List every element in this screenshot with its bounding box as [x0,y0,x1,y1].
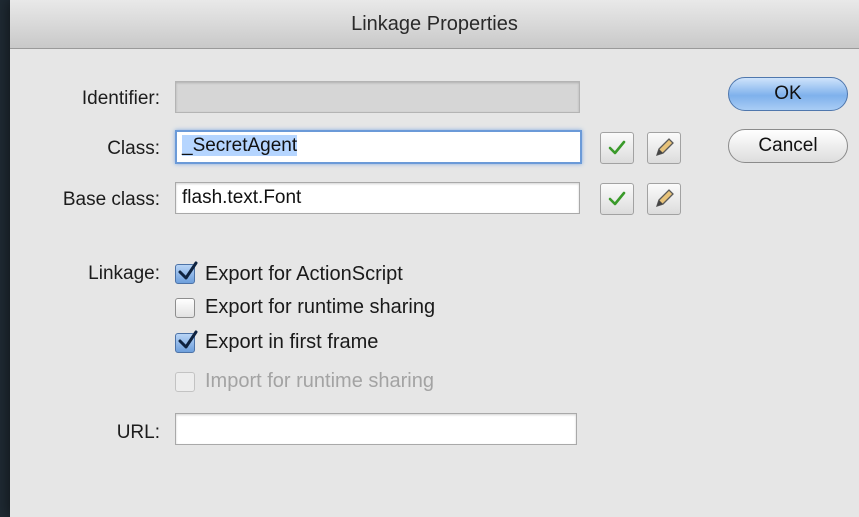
export-first-frame-checkbox[interactable] [175,330,198,353]
ok-button[interactable]: OK [728,77,848,111]
export-first-frame-label: Export in first frame [205,331,379,353]
url-field[interactable] [175,413,577,445]
url-label: URL: [116,422,160,443]
class-validate-button[interactable] [600,132,634,164]
base-class-label: Base class: [62,189,160,210]
checkmark-icon [178,330,198,349]
class-label: Class: [107,138,160,159]
linkage-label: Linkage: [88,263,160,284]
export-runtime-sharing-label: Export for runtime sharing [205,296,436,318]
checkmark-icon [608,191,626,206]
linkage-properties-dialog: Linkage Properties Identifier: Class: _S… [10,0,859,517]
export-actionscript-checkbox[interactable] [175,261,198,284]
class-field-value: _SecretAgent [182,135,298,156]
checkmark-icon [608,140,626,155]
cancel-button[interactable]: Cancel [728,129,848,163]
export-runtime-sharing-checkbox[interactable] [175,298,195,318]
identifier-field[interactable] [175,81,580,113]
import-runtime-sharing-checkbox[interactable] [175,372,195,392]
base-class-field[interactable]: flash.text.Font [175,182,580,214]
dialog-title: Linkage Properties [10,0,859,49]
base-class-edit-button[interactable] [647,183,681,215]
identifier-label: Identifier: [81,88,160,109]
pencil-icon [655,189,674,208]
class-edit-button[interactable] [647,132,681,164]
base-class-validate-button[interactable] [600,183,634,215]
class-field[interactable]: _SecretAgent [175,130,582,164]
import-runtime-sharing-label: Import for runtime sharing [205,370,434,392]
export-actionscript-label: Export for ActionScript [205,263,403,285]
pencil-icon [655,138,674,157]
checkmark-icon [178,261,198,280]
